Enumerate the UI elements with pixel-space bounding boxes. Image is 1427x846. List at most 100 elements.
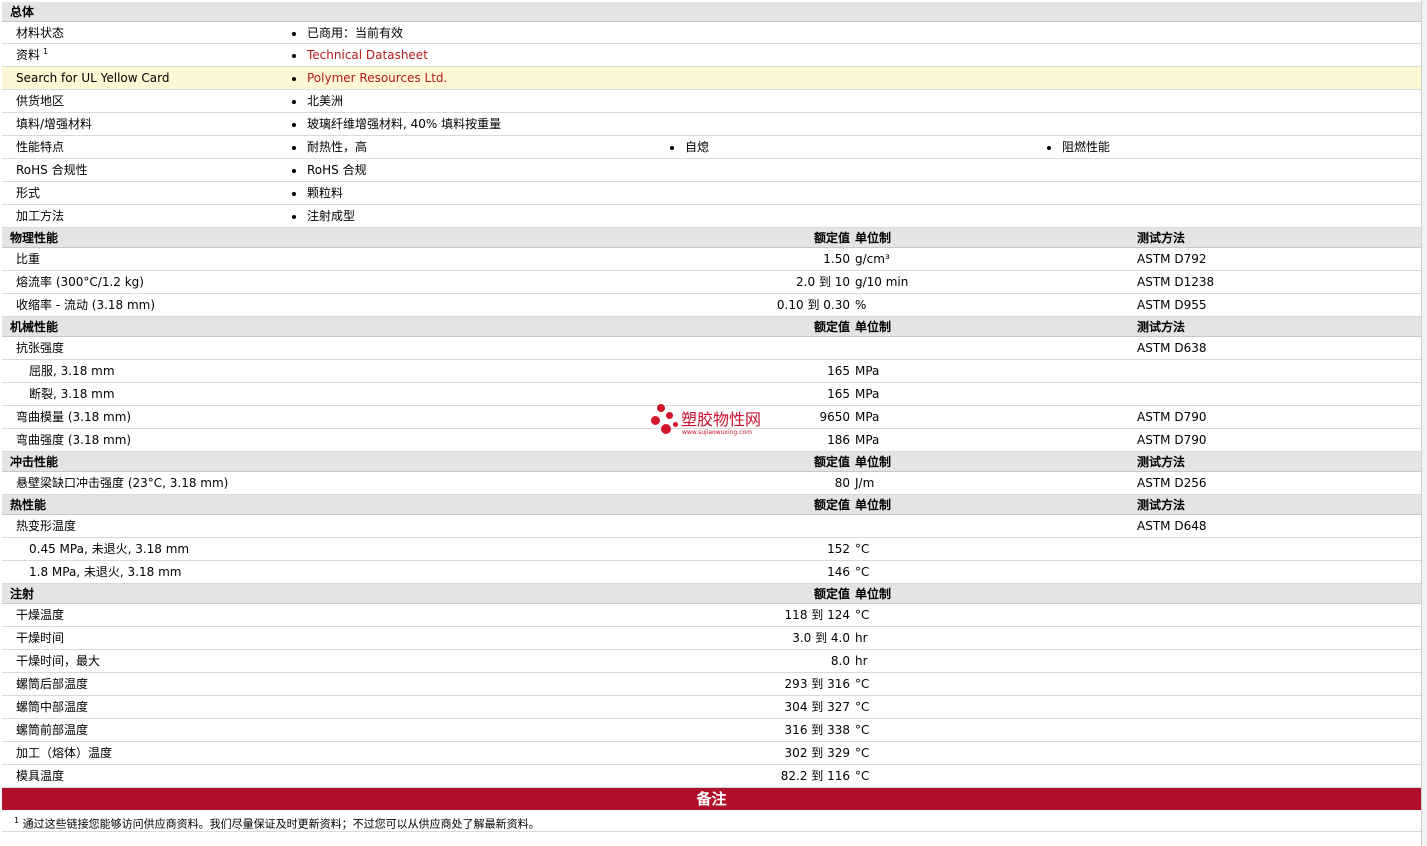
property-value: 注射成型 [307, 209, 356, 223]
unit-value: g/cm³ [855, 252, 890, 266]
bullet-icon [292, 100, 296, 104]
unit-value: hr [855, 654, 868, 668]
property-label: 干燥温度 [16, 608, 65, 622]
footnote-text: 1 通过这些链接您能够访问供应商资料。我们尽量保证及时更新资料；不过您可以从供应… [14, 816, 540, 831]
unit-value: °C [855, 565, 870, 579]
property-label: 加工方法 [16, 209, 65, 223]
bullet-icon [292, 146, 296, 150]
supplier-link[interactable]: Polymer Resources Ltd. [307, 67, 447, 89]
property-label: 性能特点 [16, 140, 65, 154]
column-header-test: 测试方法 [1137, 455, 1186, 469]
logo-dot-icon [673, 422, 678, 427]
property-row: 模具温度 82.2 到 116 °C [2, 765, 1421, 788]
nominal-value: 152 [827, 542, 850, 556]
bullet-icon [292, 192, 296, 196]
section-title: 物理性能 [10, 231, 59, 245]
section-title: 机械性能 [10, 320, 59, 334]
test-method: ASTM D638 [1137, 341, 1207, 355]
injection-rows: 干燥温度 118 到 124 °C 干燥时间 3.0 到 4.0 hr 干燥时间，最大 8.0… [2, 604, 1421, 788]
property-value: 自熄 [685, 140, 710, 154]
nominal-value: 0.10 到 0.30 [776, 298, 850, 312]
logo-dot-icon [651, 416, 660, 425]
nominal-value: 316 到 338 [784, 723, 850, 737]
notes-bar: 备注 [2, 788, 1421, 810]
nominal-value: 82.2 到 116 [780, 769, 850, 783]
property-row: 0.45 MPa, 未退火, 3.18 mm 152 °C [2, 538, 1421, 561]
nominal-value: 9650 [819, 410, 850, 424]
nominal-value: 165 [827, 364, 850, 378]
property-value: 耐热性，高 [307, 140, 368, 154]
column-header-nominal: 额定值 [813, 455, 850, 469]
property-label: 断裂, 3.18 mm [29, 387, 115, 401]
property-row: 干燥时间，最大 8.0 hr [2, 650, 1421, 673]
column-header-nominal: 额定值 [813, 231, 850, 245]
nominal-value: 146 [827, 565, 850, 579]
unit-value: °C [855, 700, 870, 714]
unit-value: °C [855, 542, 870, 556]
property-row: 资料 1 Technical Datasheet [2, 44, 1421, 67]
nominal-value: 165 [827, 387, 850, 401]
property-row: 加工方法 注射成型 [2, 205, 1421, 228]
property-row: 1.8 MPa, 未退火, 3.18 mm 146 °C [2, 561, 1421, 584]
property-row: 螺筒前部温度 316 到 338 °C [2, 719, 1421, 742]
column-header-unit: 单位制 [855, 498, 892, 512]
section-header-injection: 注射 额定值 单位制 [2, 584, 1421, 604]
property-label: 热变形温度 [16, 519, 77, 533]
impact-rows: 悬壁梁缺口冲击强度 (23°C, 3.18 mm) 80 J/m ASTM D256 [2, 472, 1421, 495]
property-value: 北美洲 [307, 94, 344, 108]
scrollbar[interactable] [1421, 0, 1427, 846]
bullet-icon [292, 54, 296, 58]
property-label: 螺筒后部温度 [16, 677, 89, 691]
bullet-icon [292, 169, 296, 173]
thermal-rows: 热变形温度 ASTM D648 0.45 MPa, 未退火, 3.18 mm 152 °… [2, 515, 1421, 584]
property-label: 1.8 MPa, 未退火, 3.18 mm [29, 565, 182, 579]
unit-value: °C [855, 677, 870, 691]
nominal-value: 80 [834, 476, 850, 490]
unit-value: MPa [855, 410, 880, 424]
section-title: 冲击性能 [10, 455, 59, 469]
property-label: 屈服, 3.18 mm [29, 364, 115, 378]
property-label: 抗张强度 [16, 341, 65, 355]
watermark-logo: 塑胶物性网 www.sujiaowuxing.com [651, 404, 791, 440]
section-title: 注射 [10, 587, 35, 601]
column-header-nominal: 额定值 [813, 320, 850, 334]
nominal-value: 118 到 124 [784, 608, 850, 622]
watermark-text: 塑胶物性网 [681, 410, 762, 429]
nominal-value: 302 到 329 [784, 746, 850, 760]
footnote-row: 1 通过这些链接您能够访问供应商资料。我们尽量保证及时更新资料；不过您可以从供应… [2, 810, 1421, 832]
unit-value: °C [855, 746, 870, 760]
property-value: 玻璃纤维增强材料, 40% 填料按重量 [307, 117, 502, 131]
property-row: 干燥时间 3.0 到 4.0 hr [2, 627, 1421, 650]
property-label: 资料 1 [16, 47, 49, 62]
column-header-unit: 单位制 [855, 455, 892, 469]
technical-datasheet-link[interactable]: Technical Datasheet [307, 44, 428, 66]
bullet-icon [292, 77, 296, 81]
bullet-icon [670, 146, 674, 150]
column-header-test: 测试方法 [1137, 498, 1186, 512]
property-label: 材料状态 [16, 26, 65, 40]
property-row: 螺筒后部温度 293 到 316 °C [2, 673, 1421, 696]
unit-value: °C [855, 723, 870, 737]
property-value: 已商用：当前有效 [307, 26, 404, 40]
property-row: 抗张强度 ASTM D638 [2, 337, 1421, 360]
logo-dot-icon [666, 412, 673, 419]
bullet-icon [292, 215, 296, 219]
unit-value: MPa [855, 433, 880, 447]
property-label: 0.45 MPa, 未退火, 3.18 mm [29, 542, 190, 556]
property-value: 颗粒料 [307, 186, 344, 200]
column-header-test: 测试方法 [1137, 320, 1186, 334]
property-row: 螺筒中部温度 304 到 327 °C [2, 696, 1421, 719]
property-label: 形式 [16, 186, 41, 200]
unit-value: °C [855, 608, 870, 622]
unit-value: J/m [855, 476, 875, 490]
property-row: 热变形温度 ASTM D648 [2, 515, 1421, 538]
section-header-mechanical: 机械性能 额定值 单位制 测试方法 [2, 317, 1421, 337]
property-label: 螺筒中部温度 [16, 700, 89, 714]
ul-yellow-card-link[interactable]: Search for UL Yellow Card [16, 67, 169, 89]
property-row: 熔流率 (300°C/1.2 kg) 2.0 到 10 g/10 min ASTM D… [2, 271, 1421, 294]
unit-value: % [855, 298, 867, 312]
unit-value: MPa [855, 387, 880, 401]
bullet-icon [292, 32, 296, 36]
section-header-general: 总体 [2, 2, 1421, 22]
property-label: 加工（熔体）温度 [16, 746, 113, 760]
